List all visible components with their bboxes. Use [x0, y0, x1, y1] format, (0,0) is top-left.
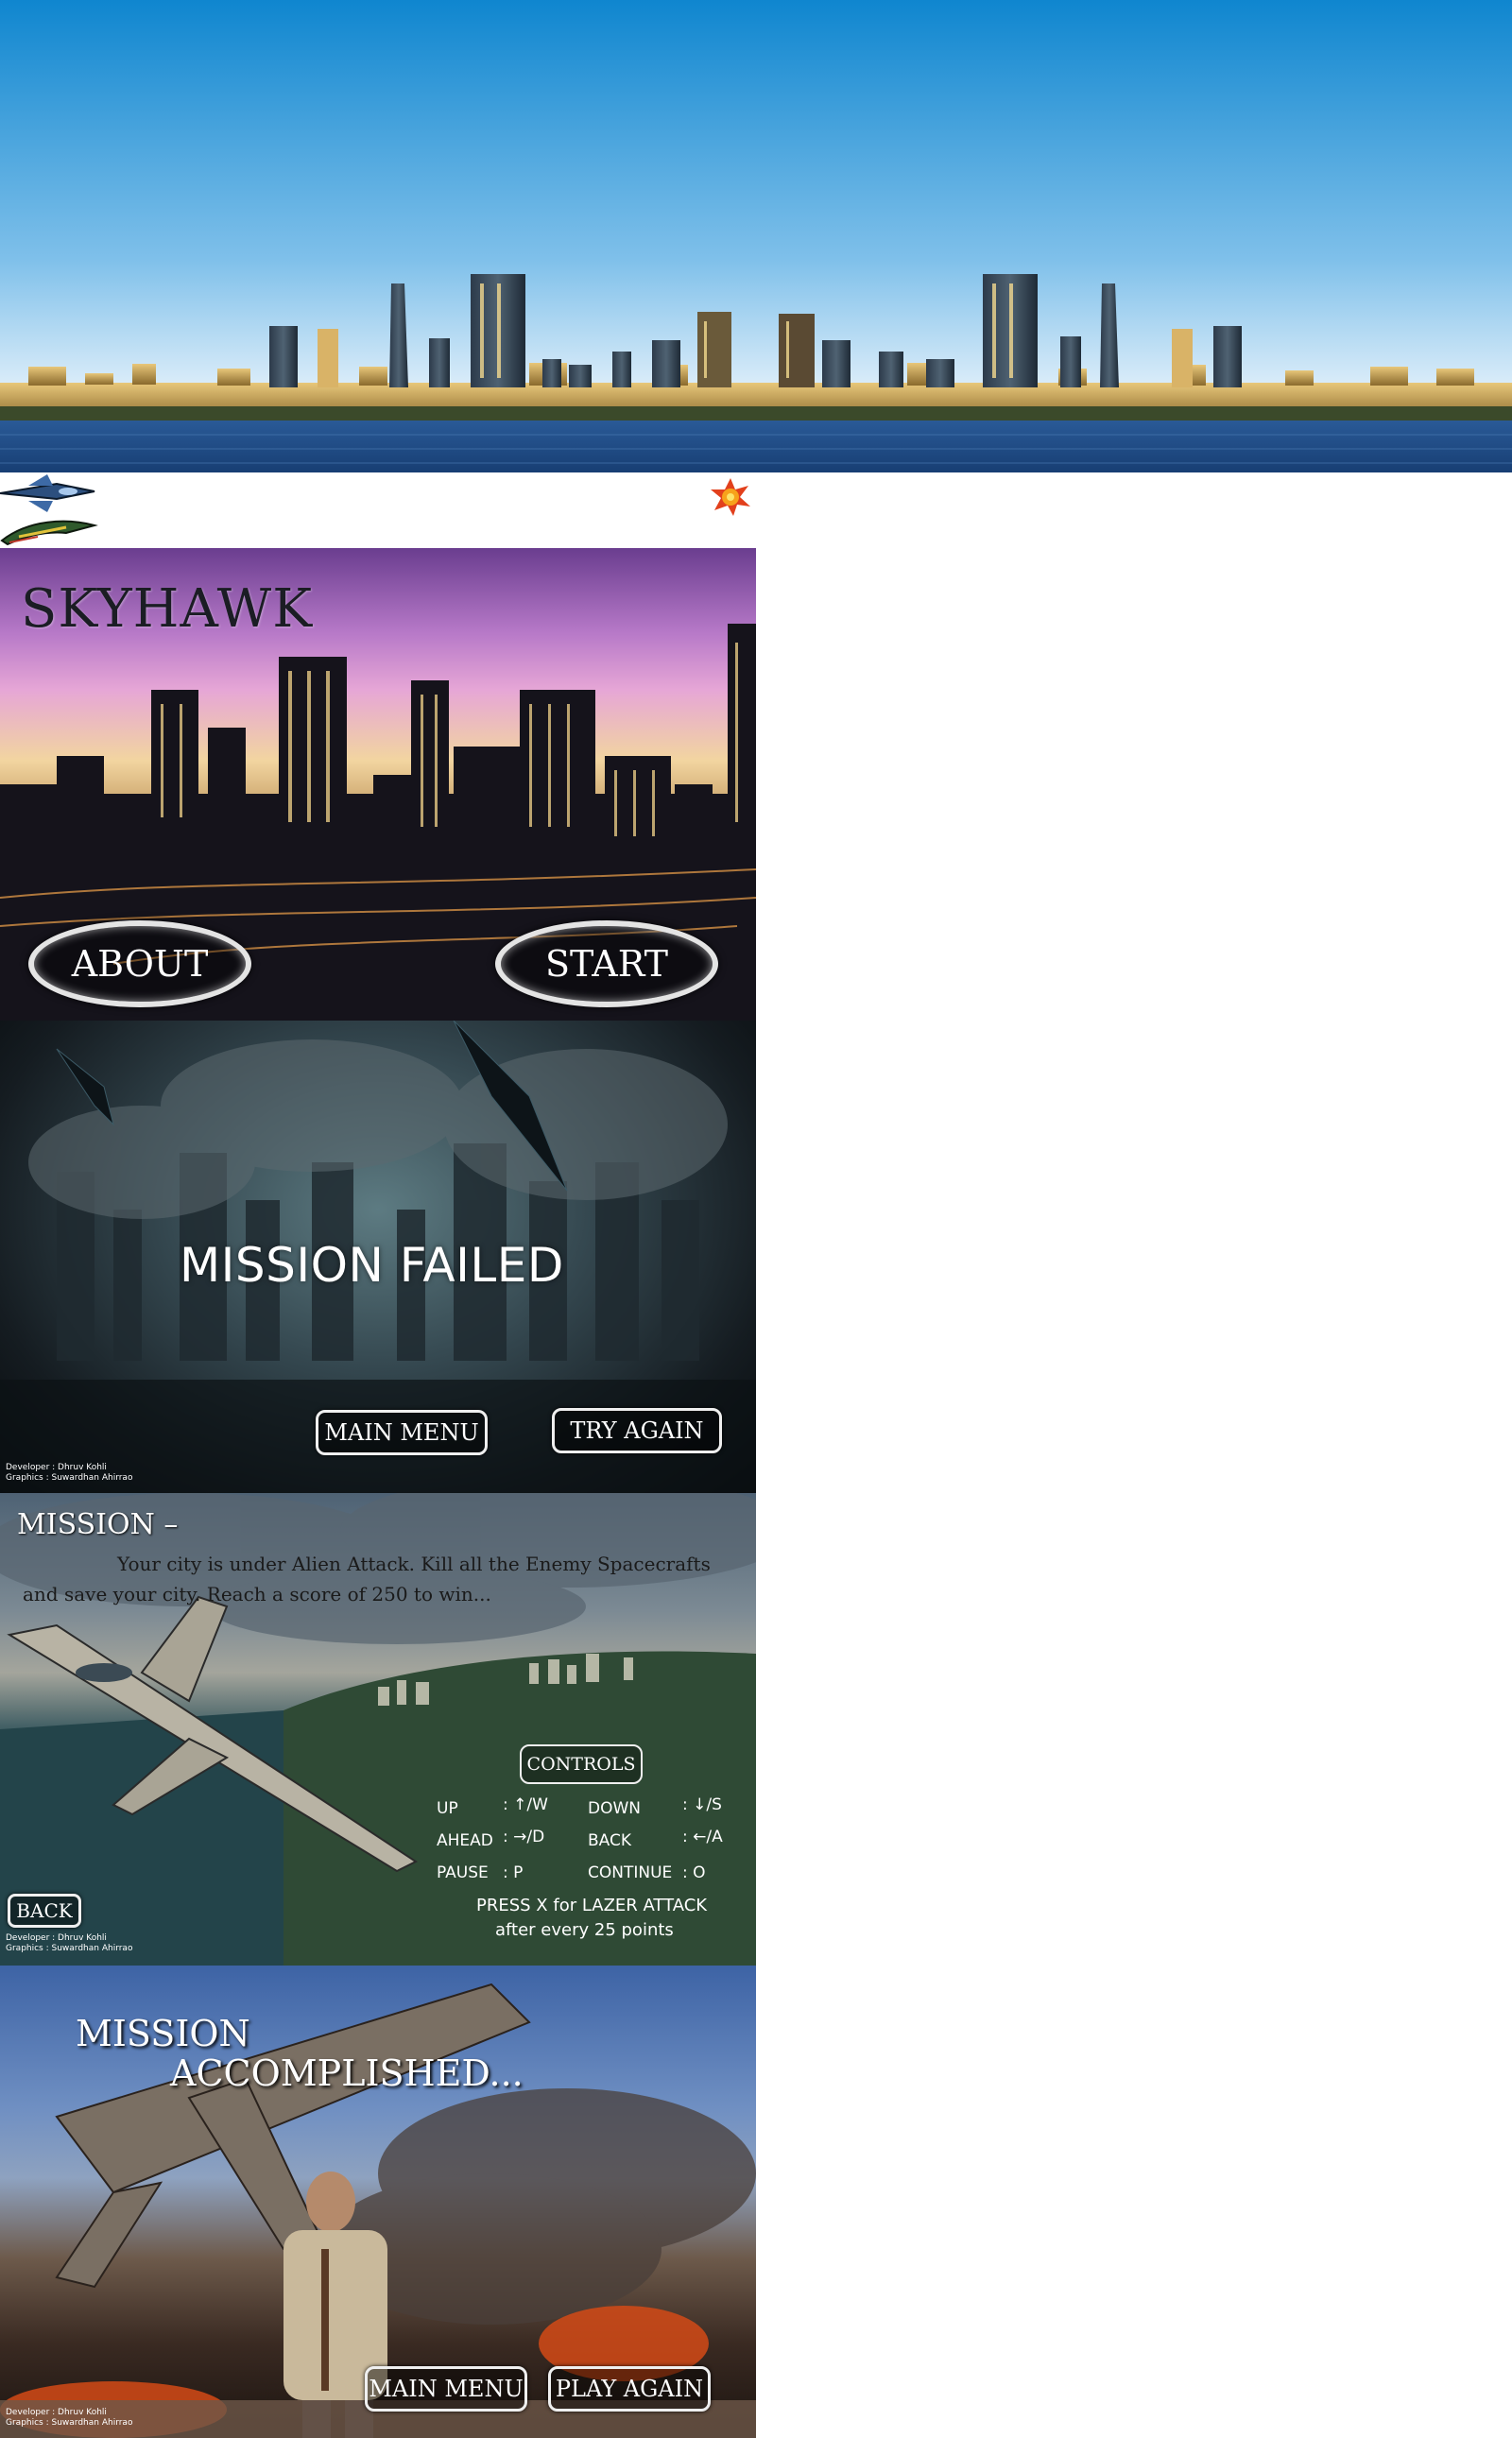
laser-instruction-detail: after every 25 points [495, 1920, 674, 1940]
credits: Developer : Dhruv Kohli Graphics : Suwar… [6, 1463, 132, 1484]
credits: Developer : Dhruv Kohli Graphics : Suwar… [6, 1933, 132, 1954]
start-button[interactable]: START [495, 920, 718, 1007]
about-button[interactable]: ABOUT [28, 920, 251, 1007]
mission-accomplished-heading: ACCOMPLISHED... [170, 2052, 524, 2094]
credit-developer: Developer : Dhruv Kohli [6, 2408, 107, 2417]
explosion-icon [711, 478, 750, 516]
control-key: : ←/A [682, 1828, 723, 1846]
control-key: : →/D [503, 1828, 545, 1846]
mission-failed-heading: MISSION FAILED [180, 1238, 564, 1293]
control-key: : P [503, 1863, 524, 1882]
laser-instruction: PRESS X for LAZER ATTACK [476, 1896, 708, 1915]
credit-graphics: Graphics : Suwardhan Ahirrao [6, 2418, 133, 2428]
control-name: PAUSE [437, 1863, 489, 1882]
control-name: AHEAD [437, 1831, 493, 1850]
game-title: SKYHAWK [21, 578, 314, 640]
skyline-banner [0, 0, 1512, 472]
credit-developer: Developer : Dhruv Kohli [6, 1463, 107, 1472]
back-button[interactable]: BACK [8, 1894, 81, 1928]
credits: Developer : Dhruv Kohli Graphics : Suwar… [6, 2408, 132, 2429]
mission-brief-line: and save your city. Reach a score of 250… [23, 1583, 491, 1605]
control-key: : O [682, 1863, 706, 1882]
control-key: : ↑/W [503, 1795, 548, 1814]
main-menu-button[interactable]: MAIN MENU [316, 1410, 488, 1455]
play-again-button[interactable]: PLAY AGAIN [548, 2366, 711, 2412]
player-jet-icon [0, 474, 95, 512]
mission-accomplished-heading: MISSION [76, 2013, 250, 2054]
control-name: UP [437, 1799, 458, 1818]
try-again-button[interactable]: TRY AGAIN [552, 1408, 722, 1453]
credit-graphics: Graphics : Suwardhan Ahirrao [6, 1944, 133, 1953]
main-menu-button[interactable]: MAIN MENU [365, 2366, 527, 2412]
credit-developer: Developer : Dhruv Kohli [6, 1933, 107, 1943]
control-key: : ↓/S [682, 1795, 722, 1814]
control-name: BACK [588, 1831, 632, 1850]
enemy-ship-icon [0, 520, 98, 546]
mission-title: MISSION – [17, 1508, 179, 1541]
controls-label: CONTROLS [520, 1744, 643, 1784]
mission-brief-line: Your city is under Alien Attack. Kill al… [117, 1553, 711, 1575]
control-name: CONTINUE [588, 1863, 673, 1882]
credit-graphics: Graphics : Suwardhan Ahirrao [6, 1473, 133, 1483]
sprite-strip [0, 472, 1512, 548]
control-name: DOWN [588, 1799, 641, 1818]
